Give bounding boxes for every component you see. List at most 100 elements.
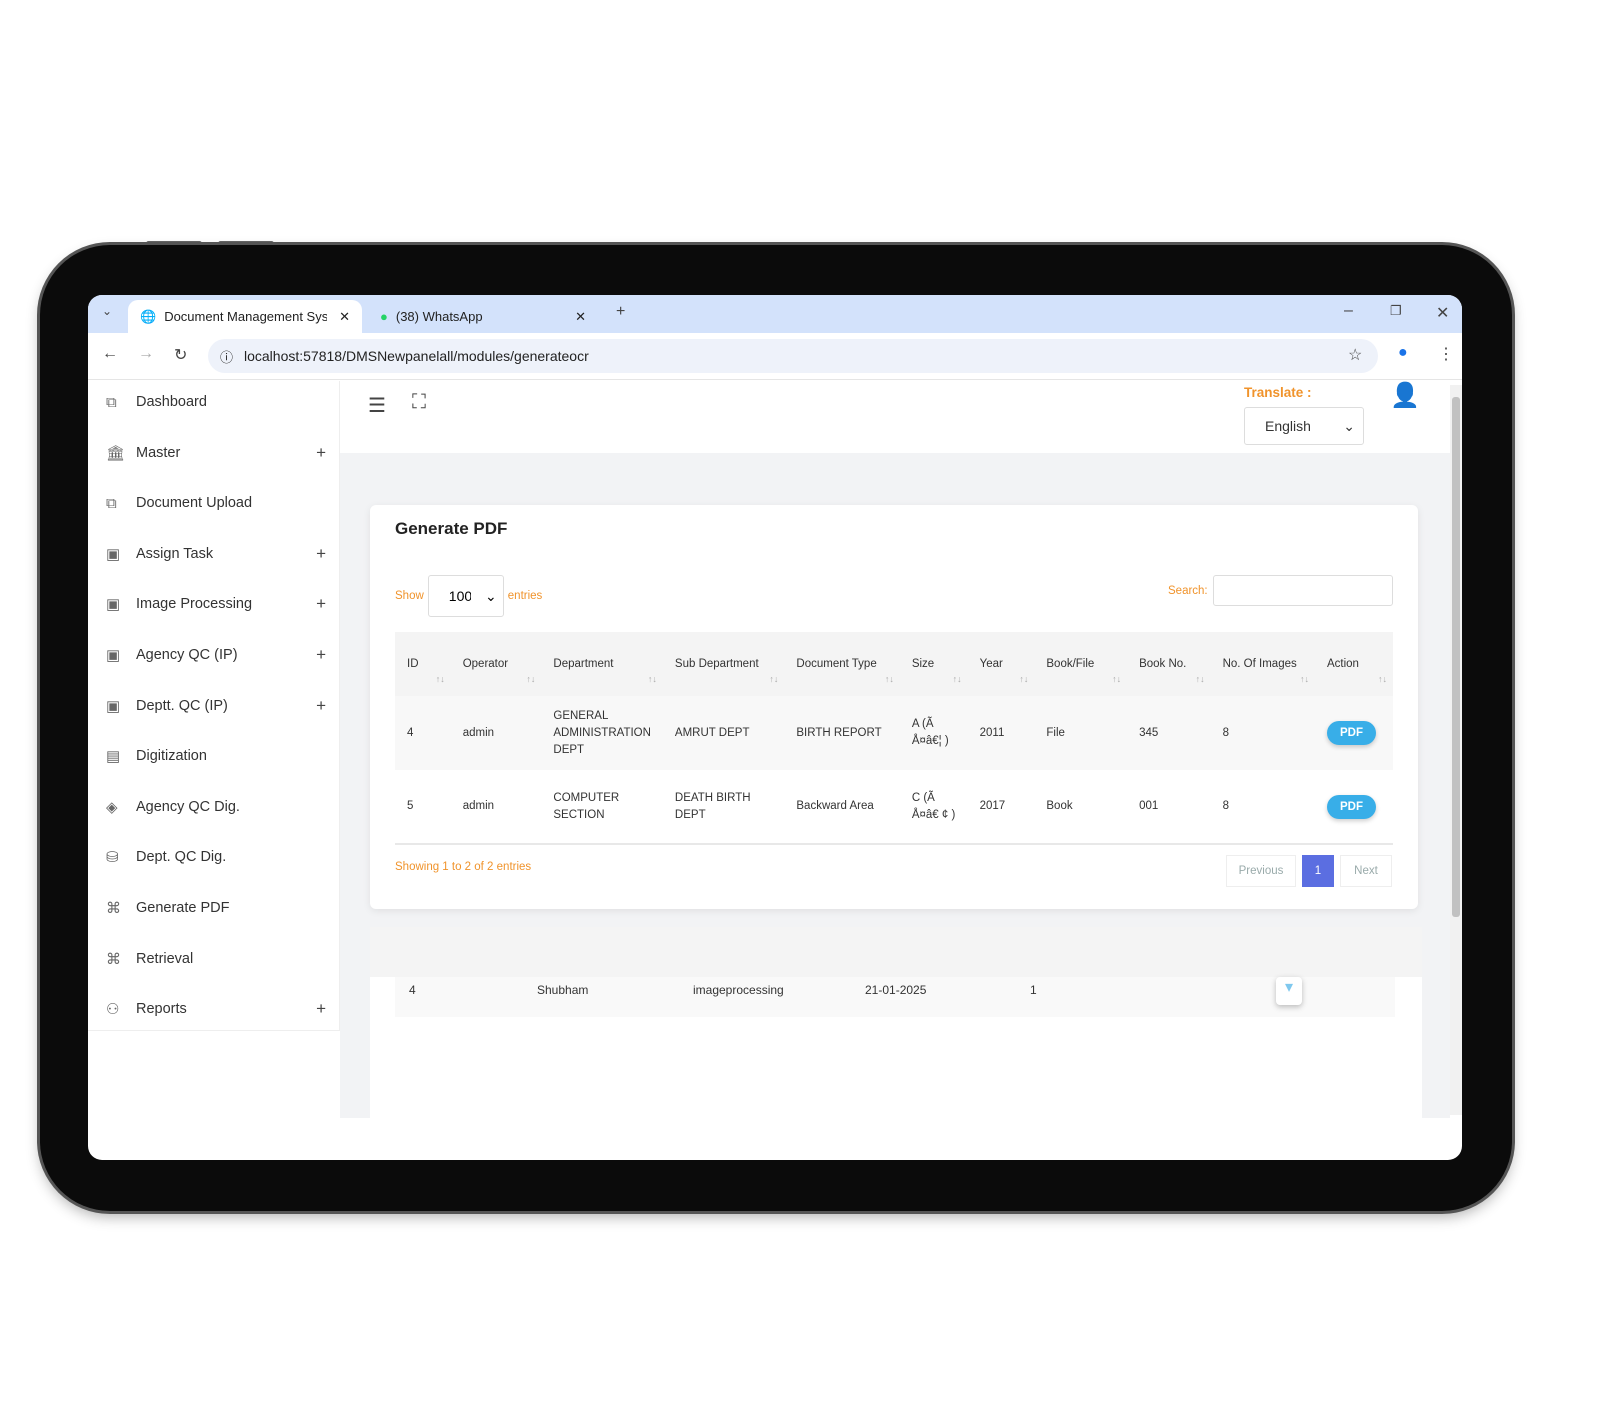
forward-icon[interactable]: → — [138, 345, 154, 363]
column-header[interactable]: No. Of Images ↑↓ — [1210, 632, 1315, 696]
table-cell: Backward Area — [784, 770, 900, 845]
scrollbar-thumb[interactable] — [1452, 397, 1460, 917]
sidebar-item-generate-pdf[interactable]: ⌘ Generate PDF — [106, 893, 326, 923]
profile-icon[interactable]: ● — [1398, 344, 1408, 362]
menu-dots-icon[interactable]: ⋮ — [1438, 344, 1454, 364]
page-1-button[interactable]: 1 — [1302, 855, 1334, 887]
screen: ⌄ 🌐 Document Management System ✕ ● (38) … — [88, 295, 1462, 1160]
info-icon: ⓘ — [220, 349, 234, 365]
sidebar-item-image-processing[interactable]: ▣ Image Processing + — [106, 589, 326, 619]
column-header[interactable]: Book/File ↑↓ — [1034, 632, 1128, 696]
restore-icon[interactable]: ❐ — [1390, 303, 1402, 319]
next-page-button[interactable]: Next — [1340, 855, 1392, 887]
column-header[interactable]: Size ↑↓ — [899, 632, 968, 696]
tab-whatsapp[interactable]: ● (38) WhatsApp ✕ — [368, 300, 598, 333]
sort-icon: ↑↓ — [1112, 674, 1122, 684]
sidebar: ⧉ Dashboard 🏛 Master + ⧉ Document Upload ▣ Assig… — [88, 381, 340, 1031]
column-header[interactable]: Year ↑↓ — [967, 632, 1035, 696]
sidebar-item-document-upload[interactable]: ⧉ Document Upload — [106, 488, 326, 518]
back-icon[interactable]: ← — [102, 345, 118, 363]
previous-page-button[interactable]: Previous — [1226, 855, 1296, 887]
table-row: 4 Shubham imageprocessing 21-01-2025 1 — [395, 977, 1395, 1017]
translate-label: Translate : — [1244, 385, 1312, 400]
plus-icon[interactable]: + — [316, 696, 326, 716]
documents-table: ID ↑↓ Operator ↑↓ Department ↑↓ Sub Department… — [395, 632, 1393, 845]
sidebar-item-dept-qc-dig[interactable]: ⛁ Dept. QC Dig. — [106, 842, 326, 872]
table-cell: Book — [1034, 770, 1128, 845]
column-header[interactable]: ID ↑↓ — [395, 632, 451, 696]
close-window-icon[interactable]: ✕ — [1436, 303, 1449, 323]
sidebar-item-master[interactable]: 🏛 Master + — [106, 438, 326, 468]
reload-icon[interactable]: ↻ — [174, 345, 187, 365]
table-cell: admin — [450, 770, 542, 845]
url-input[interactable]: ⓘ localhost:57818/DMSNewpanelall/modules… — [208, 339, 1378, 373]
command-icon: ⌘ — [106, 900, 121, 917]
language-select[interactable]: English ⌄ — [1244, 407, 1364, 445]
pdf-button[interactable]: PDF — [1326, 794, 1376, 819]
fullscreen-icon[interactable]: ⛶ — [412, 391, 426, 414]
table-cell: PDF — [1314, 770, 1393, 845]
minimize-icon[interactable]: – — [1344, 302, 1353, 320]
plus-icon[interactable]: + — [316, 443, 326, 463]
tab-document-management[interactable]: 🌐 Document Management System ✕ — [128, 300, 362, 333]
plus-icon[interactable]: + — [316, 544, 326, 564]
sidebar-item-reports[interactable]: ⚇ Reports + — [106, 994, 326, 1024]
sidebar-item-agency-qc-dig[interactable]: ◈ Agency QC Dig. — [106, 792, 326, 822]
column-header[interactable]: Operator ↑↓ — [450, 632, 542, 696]
table-cell: imageprocessing — [693, 983, 784, 997]
table-cell: PDF — [1314, 696, 1393, 770]
delete-task-icon[interactable]: ▾ — [1276, 977, 1302, 1005]
sidebar-item-deptt-qc-ip[interactable]: ▣ Deptt. QC (IP) + — [106, 691, 326, 721]
sidebar-item-retrieval[interactable]: ⌘ Retrieval — [106, 944, 326, 974]
entries-select[interactable]: 100 ⌄ — [427, 575, 504, 617]
table-cell: 4 — [409, 983, 416, 997]
copy-icon: ⧉ — [106, 494, 117, 512]
table-cell: 4 — [395, 696, 451, 770]
column-header[interactable]: Book No. ↑↓ — [1127, 632, 1211, 696]
table-info: Showing 1 to 2 of 2 entries — [395, 861, 532, 873]
scrollbar[interactable] — [1450, 385, 1462, 1115]
table-cell: 21-01-2025 — [865, 983, 927, 997]
layers-icon: ◈ — [106, 798, 118, 816]
main-content: Generate PDF Show 100 ⌄ entries Search: … — [340, 453, 1450, 1127]
table-cell: GENERAL ADMINISTRATION DEPT — [541, 696, 663, 770]
address-bar: ← → ↻ ⓘ localhost:57818/DMSNewpanelall/m… — [88, 333, 1462, 380]
new-tab-icon[interactable]: + — [616, 303, 625, 321]
building-icon: 🏛 — [106, 444, 126, 462]
sort-icon: ↑↓ — [1019, 674, 1029, 684]
table-cell: 1 — [1030, 983, 1037, 997]
task-card: 4 Shubham imageprocessing 21-01-2025 1 ▾ — [370, 927, 1422, 1127]
star-icon[interactable]: ☆ — [1348, 345, 1362, 365]
table-row: 4 admin GENERAL ADMINISTRATION DEPT AMRUT D… — [395, 696, 1393, 770]
sidebar-item-dashboard[interactable]: ⧉ Dashboard — [106, 387, 326, 417]
plus-icon[interactable]: + — [316, 645, 326, 665]
column-header[interactable]: Action ↑↓ — [1314, 632, 1393, 696]
globe-icon: 🌐 — [140, 308, 157, 324]
table-cell: 001 — [1127, 770, 1211, 845]
column-header[interactable]: Sub Department ↑↓ — [662, 632, 785, 696]
column-header[interactable]: Department ↑↓ — [541, 632, 663, 696]
hamburger-menu-icon[interactable]: ☰ — [368, 393, 386, 418]
task-table-header — [370, 927, 1422, 977]
chevron-down-icon: ⌄ — [485, 587, 497, 604]
layout-icon: ▤ — [106, 748, 121, 766]
search-input[interactable] — [1213, 575, 1393, 606]
plus-icon[interactable]: + — [316, 594, 326, 614]
whatsapp-icon: ● — [380, 309, 388, 324]
sort-icon: ↑↓ — [1299, 674, 1309, 684]
table-cell: A (Ã Å¤â€¦ ) — [899, 696, 968, 770]
table-cell: BIRTH REPORT — [784, 696, 900, 770]
plus-icon[interactable]: + — [316, 999, 326, 1019]
tab-search-chevron-icon[interactable]: ⌄ — [102, 304, 112, 318]
close-tab-icon[interactable]: ✕ — [339, 309, 350, 325]
close-tab-icon[interactable]: ✕ — [575, 309, 586, 325]
sidebar-item-assign-task[interactable]: ▣ Assign Task + — [106, 539, 326, 569]
sidebar-item-agency-qc-ip[interactable]: ▣ Agency QC (IP) + — [106, 640, 326, 670]
sidebar-item-digitization[interactable]: ▤ Digitization — [106, 741, 326, 771]
pdf-button[interactable]: PDF — [1326, 721, 1376, 745]
user-avatar-icon[interactable]: 👤 — [1390, 381, 1420, 415]
table-cell: 345 — [1127, 696, 1211, 770]
sort-icon: ↑↓ — [1378, 674, 1387, 684]
column-header[interactable]: Document Type ↑↓ — [784, 632, 900, 696]
tab-bar: ⌄ 🌐 Document Management System ✕ ● (38) … — [88, 295, 1462, 333]
